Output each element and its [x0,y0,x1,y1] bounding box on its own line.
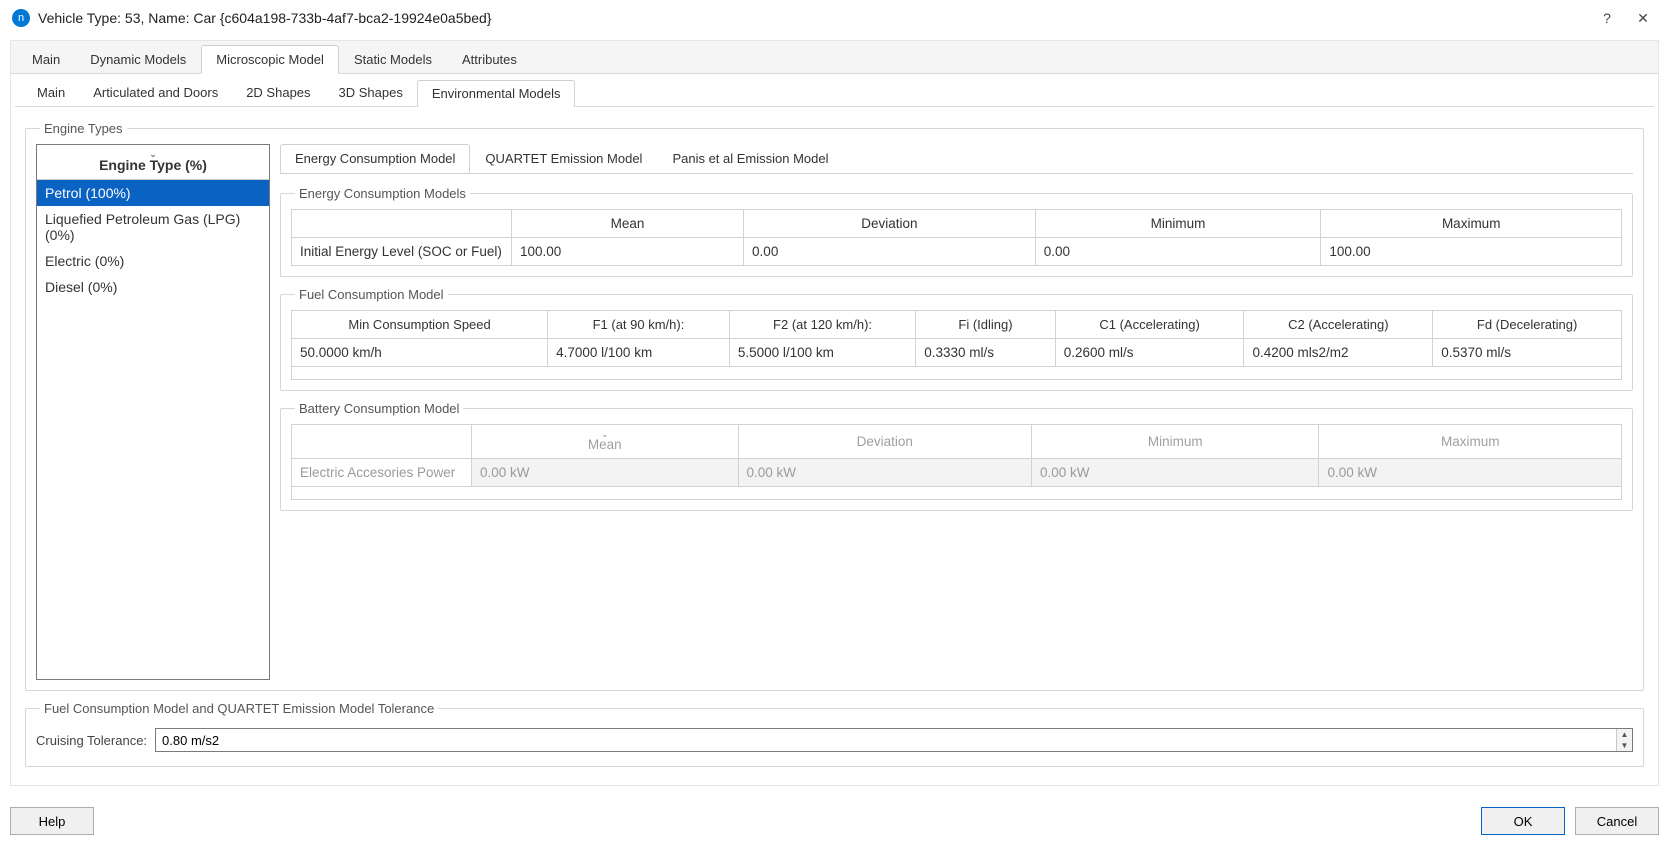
close-icon[interactable]: ✕ [1629,10,1657,27]
battery-table: ⌄Mean Deviation Minimum Maximum Electric… [291,424,1622,500]
model-tab-quartet[interactable]: QUARTET Emission Model [470,144,657,173]
row-electric-accessories: Electric Accesories Power [292,459,472,487]
subtab-main[interactable]: Main [23,80,79,106]
row-initial-energy: Initial Energy Level (SOC or Fuel) [292,238,512,266]
cell-minimum: 0.00 kW [1032,459,1319,487]
cell-c1[interactable]: 0.2600 ml/s [1055,339,1244,367]
col-f2: F2 (at 120 km/h): [729,311,915,339]
col-deviation: Deviation [744,210,1036,238]
app-icon: n [12,9,30,27]
cell-deviation: 0.00 kW [738,459,1032,487]
cruising-tolerance-input[interactable] [156,729,1616,751]
cell-maximum[interactable]: 100.00 [1321,238,1622,266]
col-minimum: Minimum [1032,425,1319,459]
table-row: 50.0000 km/h 4.7000 l/100 km 5.5000 l/10… [292,339,1622,367]
window-title: Vehicle Type: 53, Name: Car {c604a198-73… [38,10,1585,26]
tolerance-legend: Fuel Consumption Model and QUARTET Emiss… [40,701,438,716]
col-min-speed: Min Consumption Speed [292,311,548,339]
cruising-tolerance-field[interactable]: ▲ ▼ [155,728,1633,752]
model-tabs: Energy Consumption Model QUARTET Emissio… [280,144,1633,173]
fuel-table[interactable]: Min Consumption Speed F1 (at 90 km/h): F… [291,310,1622,380]
col-c2: C2 (Accelerating) [1244,311,1433,339]
energy-table[interactable]: Mean Deviation Minimum Maximum Initial E… [291,209,1622,266]
cell-mean[interactable]: 100.00 [512,238,744,266]
fuel-consumption-group: Fuel Consumption Model Min Consumption S… [280,287,1633,391]
primary-tabs: Main Dynamic Models Microscopic Model St… [11,41,1658,74]
tolerance-group: Fuel Consumption Model and QUARTET Emiss… [25,701,1644,767]
table-row: Initial Energy Level (SOC or Fuel) 100.0… [292,238,1622,266]
col-fi: Fi (Idling) [916,311,1056,339]
spinner-down-icon[interactable]: ▼ [1617,740,1632,751]
col-deviation: Deviation [738,425,1032,459]
col-fd: Fd (Decelerating) [1433,311,1622,339]
col-minimum: Minimum [1035,210,1321,238]
help-button[interactable]: Help [10,807,94,835]
secondary-tabs: Main Articulated and Doors 2D Shapes 3D … [15,74,1654,107]
cell-min-speed[interactable]: 50.0000 km/h [292,339,548,367]
cell-maximum: 0.00 kW [1319,459,1622,487]
cancel-button[interactable]: Cancel [1575,807,1659,835]
cell-f1[interactable]: 4.7000 l/100 km [548,339,730,367]
subtab-environmental-models[interactable]: Environmental Models [417,80,576,107]
col-mean: Mean [512,210,744,238]
cruising-tolerance-label: Cruising Tolerance: [36,733,147,748]
engine-item-diesel[interactable]: Diesel (0%) [37,274,269,300]
help-icon[interactable]: ? [1593,10,1621,26]
engine-item-petrol[interactable]: Petrol (100%) [37,180,269,206]
model-tab-panis[interactable]: Panis et al Emission Model [657,144,843,173]
cell-fd[interactable]: 0.5370 ml/s [1433,339,1622,367]
engine-types-legend: Engine Types [40,121,127,136]
tab-main[interactable]: Main [17,45,75,73]
cell-fi[interactable]: 0.3330 ml/s [916,339,1056,367]
subtab-articulated[interactable]: Articulated and Doors [79,80,232,106]
col-c1: C1 (Accelerating) [1055,311,1244,339]
title-bar: n Vehicle Type: 53, Name: Car {c604a198-… [0,0,1669,36]
cell-c2[interactable]: 0.4200 mls2/m2 [1244,339,1433,367]
tab-dynamic-models[interactable]: Dynamic Models [75,45,201,73]
table-row: Electric Accesories Power 0.00 kW 0.00 k… [292,459,1622,487]
dialog-body: Main Dynamic Models Microscopic Model St… [10,40,1659,786]
engine-types-group: Engine Types ⌄ Engine Type (%) Petrol (1… [25,121,1644,691]
ok-button[interactable]: OK [1481,807,1565,835]
cell-mean: 0.00 kW [472,459,739,487]
energy-consumption-group: Energy Consumption Models Mean Deviation… [280,186,1633,277]
engine-item-electric[interactable]: Electric (0%) [37,248,269,274]
col-maximum: Maximum [1321,210,1622,238]
battery-consumption-group: Battery Consumption Model ⌄Mean Deviatio… [280,401,1633,511]
cell-minimum[interactable]: 0.00 [1035,238,1321,266]
tab-microscopic-model[interactable]: Microscopic Model [201,45,339,74]
subtab-2d-shapes[interactable]: 2D Shapes [232,80,324,106]
col-maximum: Maximum [1319,425,1622,459]
model-tab-energy[interactable]: Energy Consumption Model [280,144,470,173]
cell-f2[interactable]: 5.5000 l/100 km [729,339,915,367]
engine-type-list[interactable]: ⌄ Engine Type (%) Petrol (100%) Liquefie… [36,144,270,680]
subtab-3d-shapes[interactable]: 3D Shapes [325,80,417,106]
engine-item-lpg[interactable]: Liquefied Petroleum Gas (LPG) (0%) [37,206,269,248]
tab-attributes[interactable]: Attributes [447,45,532,73]
tab-static-models[interactable]: Static Models [339,45,447,73]
battery-consumption-legend: Battery Consumption Model [295,401,463,416]
col-f1: F1 (at 90 km/h): [548,311,730,339]
energy-consumption-legend: Energy Consumption Models [295,186,470,201]
fuel-consumption-legend: Fuel Consumption Model [295,287,448,302]
dialog-button-bar: Help OK Cancel [10,807,1659,835]
cell-deviation[interactable]: 0.00 [744,238,1036,266]
engine-type-header: ⌄ Engine Type (%) [37,145,269,180]
col-mean: ⌄Mean [472,425,739,459]
spinner-up-icon[interactable]: ▲ [1617,729,1632,740]
